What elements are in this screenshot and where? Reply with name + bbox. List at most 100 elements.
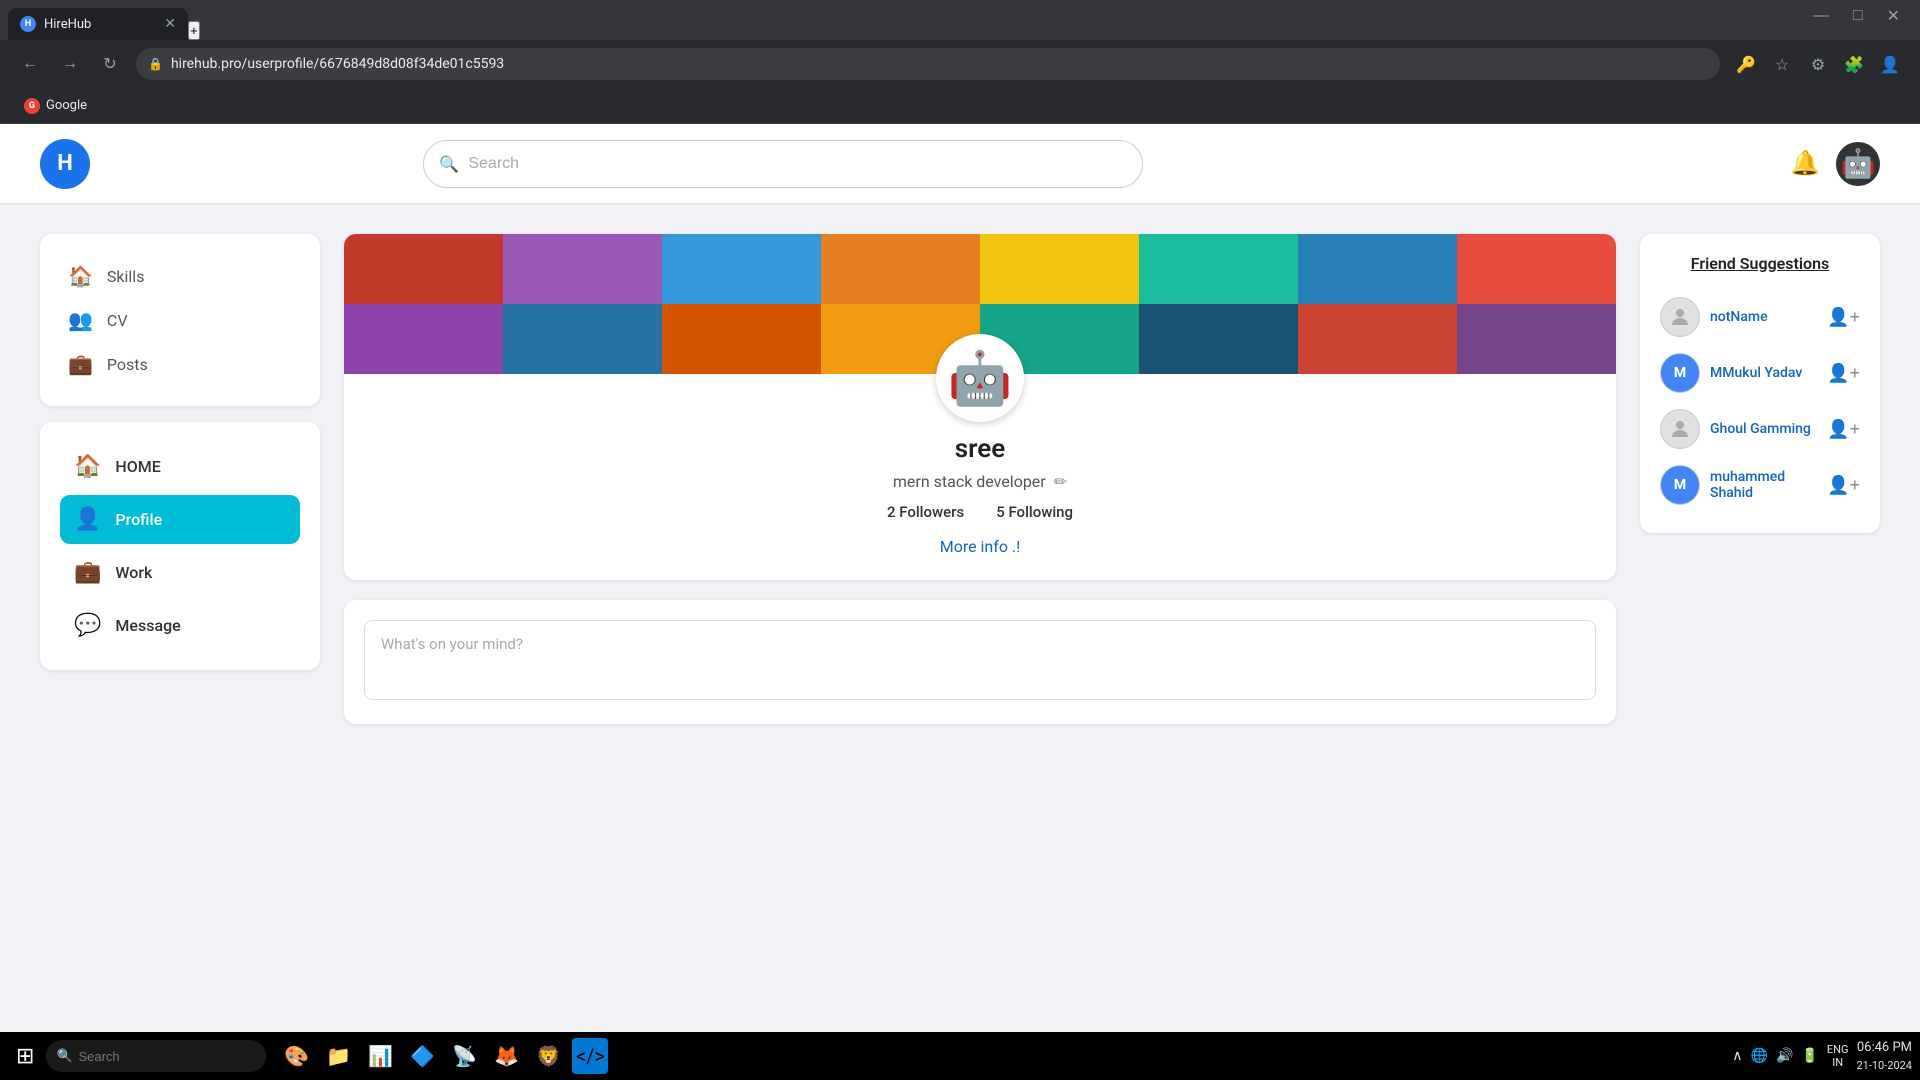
friend-avatar-1: M — [1660, 353, 1700, 393]
profile-bio-row: mern stack developer ✏ — [368, 472, 1592, 491]
taskbar-app-chart[interactable]: 📊 — [362, 1038, 398, 1074]
taskbar-search-wrap: 🔍 — [46, 1040, 266, 1072]
profile-icon[interactable]: 👤 — [1876, 50, 1904, 78]
taskbar: ⊞ 🔍 🎨 📁 📊 🔷 📡 🦊 🦁 </> ∧ 🌐 🔊 🔋 ENGIN — [0, 1032, 1920, 1080]
address-bar: ← → ↻ 🔒 hirehub.pro/userprofile/6676849d… — [0, 40, 1920, 88]
taskbar-right: ∧ 🌐 🔊 🔋 ENGIN 06:46 PM 21-10-2024 — [1732, 1038, 1912, 1074]
friend-avatar-2 — [1660, 409, 1700, 449]
tab-bar: H HireHub ✕ + — □ ✕ — [0, 0, 1920, 40]
friend-suggestions-card: Friend Suggestions notName 👤+ M MMukul Y… — [1640, 234, 1880, 533]
taskbar-search-input[interactable] — [46, 1040, 266, 1072]
sidebar-cv-label: CV — [107, 311, 128, 330]
bookmark-icon[interactable]: ☆ — [1768, 50, 1796, 78]
search-input[interactable] — [423, 140, 1143, 188]
taskbar-app-brave[interactable]: 🦁 — [530, 1038, 566, 1074]
maximize-button[interactable]: □ — [1841, 0, 1875, 40]
friend-name-2[interactable]: Ghoul Gamming — [1710, 421, 1817, 437]
message-nav-icon: 💬 — [74, 613, 101, 638]
friend-avatar-0 — [1660, 297, 1700, 337]
main-layout: 🏠 Skills 👥 CV 💼 Posts — [0, 204, 1920, 1032]
extension-icon[interactable]: 🧩 — [1840, 50, 1868, 78]
profile-info: sree mern stack developer ✏ 2 Followers … — [344, 422, 1616, 580]
add-friend-button-3[interactable]: 👤+ — [1827, 475, 1860, 496]
post-card — [344, 600, 1616, 724]
add-friend-button-0[interactable]: 👤+ — [1827, 307, 1860, 328]
sidebar-profile-label: Profile — [115, 510, 162, 529]
search-bar-wrap: 🔍 — [423, 140, 1143, 188]
sidebar-item-posts[interactable]: 💼 Posts — [60, 342, 300, 386]
friend-name-1[interactable]: MMukul Yadav — [1710, 365, 1817, 381]
taskbar-app-firefox[interactable]: 🦊 — [488, 1038, 524, 1074]
more-info-button[interactable]: More info .! — [940, 537, 1021, 556]
taskbar-app-paint[interactable]: 🎨 — [278, 1038, 314, 1074]
reload-button[interactable]: ↻ — [96, 50, 124, 78]
sound-icon[interactable]: 🔊 — [1776, 1048, 1793, 1064]
friend-suggestions-title: Friend Suggestions — [1660, 254, 1860, 273]
user-avatar[interactable]: 🤖 — [1836, 142, 1880, 186]
app-logo[interactable]: H — [40, 139, 90, 189]
taskbar-app-folder[interactable]: 📁 — [320, 1038, 356, 1074]
close-button[interactable]: ✕ — [1875, 0, 1912, 40]
bookmark-google[interactable]: G Google — [16, 94, 95, 118]
hirehub-tab[interactable]: H HireHub ✕ — [8, 8, 188, 40]
tab-close-button[interactable]: ✕ — [164, 16, 176, 32]
sidebar-item-profile[interactable]: 👤 Profile — [60, 495, 300, 544]
sidebar-item-message[interactable]: 💬 Message — [60, 601, 300, 650]
battery-icon[interactable]: 🔋 — [1801, 1048, 1818, 1064]
taskbar-apps: 🎨 📁 📊 🔷 📡 🦊 🦁 </> — [278, 1038, 608, 1074]
sidebar-item-cv[interactable]: 👥 CV — [60, 298, 300, 342]
forward-button[interactable]: → — [56, 50, 84, 78]
sidebar-item-home[interactable]: 🏠 HOME — [60, 442, 300, 491]
friend-name-3[interactable]: muhammed Shahid — [1710, 469, 1817, 501]
toolbar-icons: 🔑 ☆ ⚙ 🧩 👤 — [1732, 50, 1904, 78]
friend-item-2: Ghoul Gamming 👤+ — [1660, 401, 1860, 457]
friend-item-1: M MMukul Yadav 👤+ — [1660, 345, 1860, 401]
avatar-emoji: 🤖 — [1841, 147, 1876, 180]
avatar-icon: 🤖 — [948, 348, 1013, 409]
password-icon[interactable]: 🔑 — [1732, 50, 1760, 78]
edit-bio-icon[interactable]: ✏ — [1054, 472, 1067, 491]
sidebar-item-skills[interactable]: 🏠 Skills — [60, 254, 300, 298]
language-indicator[interactable]: ENGIN — [1827, 1043, 1849, 1069]
new-tab-button[interactable]: + — [188, 21, 200, 40]
taskbar-clock[interactable]: 06:46 PM 21-10-2024 — [1856, 1038, 1912, 1074]
friend-avatar-3: M — [1660, 465, 1700, 505]
add-friend-button-2[interactable]: 👤+ — [1827, 419, 1860, 440]
add-friend-button-1[interactable]: 👤+ — [1827, 363, 1860, 384]
taskbar-app-vscode[interactable]: </> — [572, 1038, 608, 1074]
start-button[interactable]: ⊞ — [8, 1043, 42, 1069]
notification-button[interactable]: 🔔 — [1790, 149, 1820, 178]
settings-icon[interactable]: ⚙ — [1804, 50, 1832, 78]
taskbar-app-blue[interactable]: 🔷 — [404, 1038, 440, 1074]
taskbar-search-icon: 🔍 — [56, 1049, 72, 1064]
sidebar-nav-main: 🏠 HOME 👤 Profile 💼 Work 💬 — [60, 442, 300, 650]
clock-time: 06:46 PM — [1856, 1038, 1912, 1058]
google-favicon: G — [24, 98, 40, 114]
app-content: H 🔍 🔔 🤖 🏠 Skills — [0, 124, 1920, 1032]
url-display: hirehub.pro/userprofile/6676849d8d08f34d… — [171, 56, 1708, 72]
cv-icon: 👥 — [68, 308, 93, 332]
center-content: 🤖 sree mern stack developer ✏ 2 Follower… — [344, 234, 1616, 1002]
back-button[interactable]: ← — [16, 50, 44, 78]
sidebar-nav-card: 🏠 HOME 👤 Profile 💼 Work 💬 — [40, 422, 320, 670]
work-nav-icon: 💼 — [74, 560, 101, 585]
minimize-button[interactable]: — — [1801, 0, 1841, 40]
left-sidebar: 🏠 Skills 👥 CV 💼 Posts — [40, 234, 320, 1002]
post-textarea[interactable] — [364, 620, 1596, 700]
sidebar-home-label: HOME — [115, 457, 160, 476]
followers-count: 2 Followers — [887, 503, 964, 521]
taskbar-app-signal[interactable]: 📡 — [446, 1038, 482, 1074]
lock-icon: 🔒 — [148, 57, 163, 71]
profile-avatar[interactable]: 🤖 — [936, 334, 1024, 422]
friend-name-0[interactable]: notName — [1710, 309, 1817, 325]
address-input-wrap[interactable]: 🔒 hirehub.pro/userprofile/6676849d8d08f3… — [136, 48, 1720, 80]
network-icon[interactable]: 🌐 — [1751, 1048, 1768, 1064]
app-header: H 🔍 🔔 🤖 — [0, 124, 1920, 204]
tab-label: HireHub — [44, 17, 91, 32]
following-count: 5 Following — [996, 503, 1073, 521]
search-icon: 🔍 — [439, 154, 459, 173]
sidebar-top-card: 🏠 Skills 👥 CV 💼 Posts — [40, 234, 320, 406]
right-sidebar: Friend Suggestions notName 👤+ M MMukul Y… — [1640, 234, 1880, 1002]
sidebar-item-work[interactable]: 💼 Work — [60, 548, 300, 597]
chevron-up-icon[interactable]: ∧ — [1732, 1048, 1742, 1064]
